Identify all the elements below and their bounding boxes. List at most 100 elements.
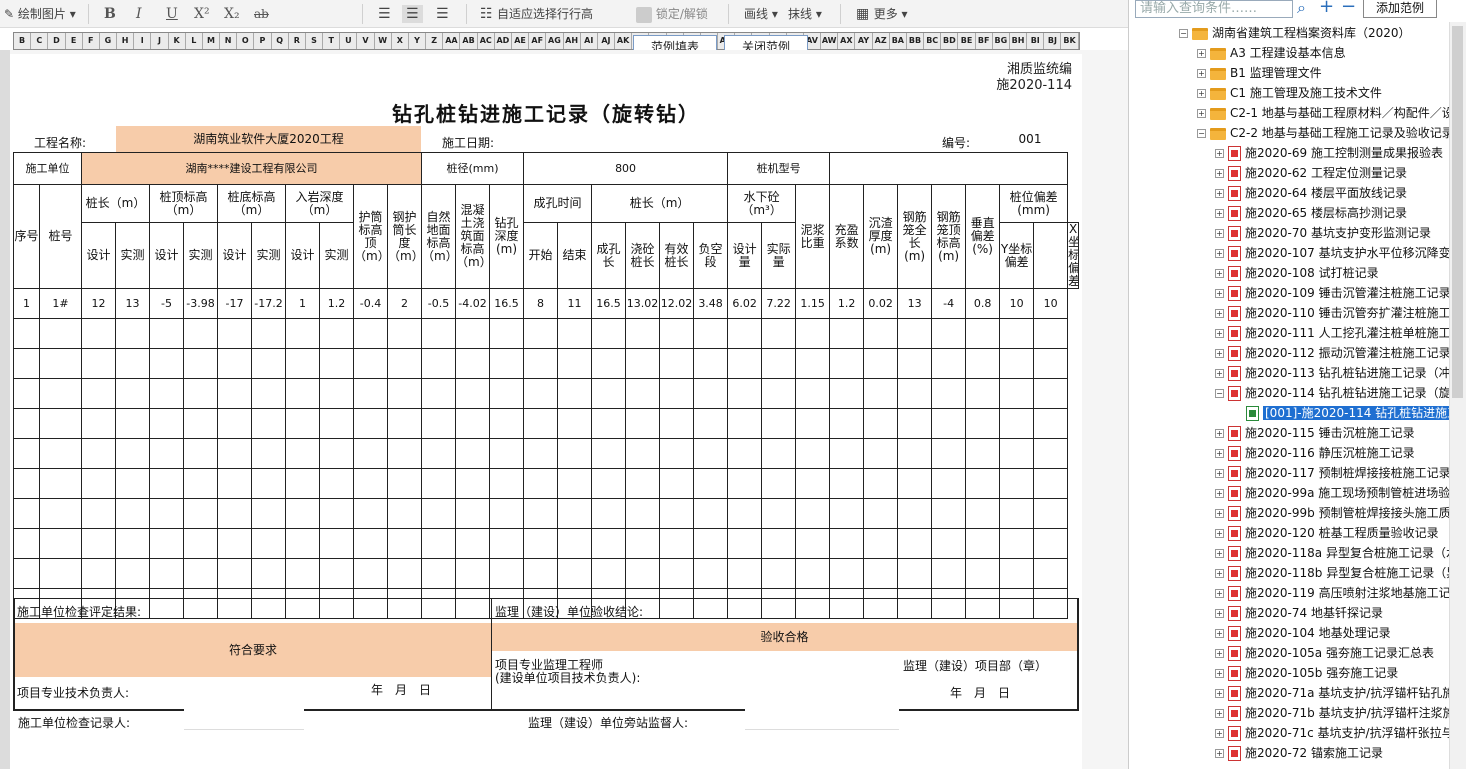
- empty-cell[interactable]: [795, 498, 831, 529]
- empty-cell[interactable]: [863, 528, 899, 559]
- empty-cell[interactable]: [251, 468, 286, 499]
- empty-cell[interactable]: [863, 378, 899, 409]
- expand-icon[interactable]: +: [1197, 89, 1206, 98]
- column-header[interactable]: T: [323, 33, 341, 49]
- empty-cell[interactable]: [659, 348, 695, 379]
- empty-cell[interactable]: [965, 348, 1001, 379]
- empty-cell[interactable]: [285, 408, 320, 439]
- empty-cell[interactable]: [863, 468, 899, 499]
- empty-cell[interactable]: [115, 318, 150, 349]
- empty-cell[interactable]: [251, 378, 286, 409]
- empty-cell[interactable]: [931, 558, 967, 589]
- data-cell[interactable]: -17.2: [251, 288, 286, 319]
- empty-cell[interactable]: [557, 318, 593, 349]
- empty-cell[interactable]: [183, 408, 218, 439]
- expand-icon[interactable]: +: [1215, 249, 1224, 258]
- empty-cell[interactable]: [897, 348, 933, 379]
- column-header[interactable]: B: [14, 33, 32, 49]
- column-header[interactable]: P: [254, 33, 272, 49]
- expand-icon[interactable]: +: [1215, 709, 1224, 718]
- column-header[interactable]: BJ: [1044, 33, 1062, 49]
- empty-cell[interactable]: [183, 558, 218, 589]
- tree-item[interactable]: + 施2020-99b 预制管桩焊接接头施工质量: [1215, 503, 1449, 523]
- more-dropdown[interactable]: ▦ 更多 ▾: [856, 5, 908, 23]
- empty-cell[interactable]: [13, 438, 40, 469]
- tree-item[interactable]: + 施2020-116 静压沉桩施工记录: [1215, 443, 1449, 463]
- column-header[interactable]: K: [169, 33, 186, 49]
- empty-cell[interactable]: [897, 558, 933, 589]
- column-header[interactable]: O: [237, 33, 255, 49]
- expand-icon[interactable]: +: [1215, 149, 1224, 158]
- empty-cell[interactable]: [761, 378, 797, 409]
- expand-icon[interactable]: +: [1215, 229, 1224, 238]
- empty-cell[interactable]: [183, 468, 218, 499]
- empty-cell[interactable]: [863, 438, 899, 469]
- column-header[interactable]: BC: [924, 33, 942, 49]
- column-header[interactable]: BE: [958, 33, 976, 49]
- data-cell[interactable]: -0.4: [353, 288, 388, 319]
- empty-cell[interactable]: [386, 468, 423, 499]
- empty-cell[interactable]: [557, 558, 593, 589]
- empty-cell[interactable]: [319, 498, 354, 529]
- column-header[interactable]: AC: [478, 33, 495, 49]
- tree-item[interactable]: + 施2020-71b 基坑支护/抗浮锚杆注浆施: [1215, 703, 1449, 723]
- empty-cell[interactable]: [557, 438, 593, 469]
- data-cell[interactable]: 1.15: [795, 288, 831, 319]
- empty-cell[interactable]: [353, 438, 388, 469]
- empty-cell[interactable]: [795, 558, 831, 589]
- empty-cell[interactable]: [591, 378, 627, 409]
- column-header[interactable]: V: [357, 33, 375, 49]
- empty-cell[interactable]: [183, 348, 218, 379]
- empty-cell[interactable]: [931, 348, 967, 379]
- empty-cell[interactable]: [455, 468, 491, 499]
- empty-cell[interactable]: [285, 348, 320, 379]
- data-cell[interactable]: 12: [81, 288, 116, 319]
- empty-cell[interactable]: [795, 348, 831, 379]
- empty-cell[interactable]: [251, 348, 286, 379]
- empty-cell[interactable]: [557, 348, 593, 379]
- expand-icon[interactable]: +: [1215, 529, 1224, 538]
- empty-cell[interactable]: [557, 498, 593, 529]
- expand-icon[interactable]: +: [1197, 69, 1206, 78]
- empty-cell[interactable]: [386, 378, 423, 409]
- tree-item[interactable]: + 施2020-107 基坑支护水平位移沉降变形: [1215, 243, 1449, 263]
- inspector-field[interactable]: [745, 708, 899, 730]
- tree-item[interactable]: − C2-2 地基与基础工程施工记录及验收记录: [1197, 123, 1449, 143]
- empty-cell[interactable]: [727, 558, 763, 589]
- empty-cell[interactable]: [965, 408, 1001, 439]
- empty-cell[interactable]: [455, 498, 491, 529]
- empty-cell[interactable]: [591, 498, 627, 529]
- column-header[interactable]: BH: [1010, 33, 1028, 49]
- empty-cell[interactable]: [523, 378, 559, 409]
- empty-cell[interactable]: [217, 528, 252, 559]
- empty-cell[interactable]: [965, 528, 1001, 559]
- supervision-field[interactable]: 验收合格: [492, 623, 1077, 651]
- empty-cell[interactable]: [625, 528, 661, 559]
- column-header[interactable]: AE: [512, 33, 530, 49]
- empty-cell[interactable]: [489, 408, 525, 439]
- empty-cell[interactable]: [523, 558, 559, 589]
- empty-cell[interactable]: [285, 438, 320, 469]
- empty-cell[interactable]: [659, 498, 695, 529]
- empty-cell[interactable]: [727, 498, 763, 529]
- empty-cell[interactable]: [931, 498, 967, 529]
- empty-cell[interactable]: [999, 498, 1035, 529]
- empty-cell[interactable]: [897, 378, 933, 409]
- auto-row-height-button[interactable]: ☷ 自适应选择行行高: [480, 5, 593, 23]
- data-cell[interactable]: 6.02: [727, 288, 763, 319]
- tree-item[interactable]: + A3 工程建设基本信息: [1197, 43, 1449, 63]
- empty-cell[interactable]: [557, 378, 593, 409]
- empty-cell[interactable]: [149, 528, 184, 559]
- tree-item[interactable]: + 施2020-74 地基钎探记录: [1215, 603, 1449, 623]
- expand-icon[interactable]: +: [1215, 209, 1224, 218]
- data-cell[interactable]: -5: [149, 288, 184, 319]
- empty-cell[interactable]: [386, 498, 423, 529]
- empty-cell[interactable]: [81, 348, 116, 379]
- empty-cell[interactable]: [319, 378, 354, 409]
- expand-icon[interactable]: +: [1215, 589, 1224, 598]
- empty-cell[interactable]: [693, 438, 729, 469]
- expand-icon[interactable]: +: [1215, 449, 1224, 458]
- tree-item[interactable]: + 施2020-105a 强夯施工记录汇总表: [1215, 643, 1449, 663]
- empty-cell[interactable]: [761, 348, 797, 379]
- empty-cell[interactable]: [149, 558, 184, 589]
